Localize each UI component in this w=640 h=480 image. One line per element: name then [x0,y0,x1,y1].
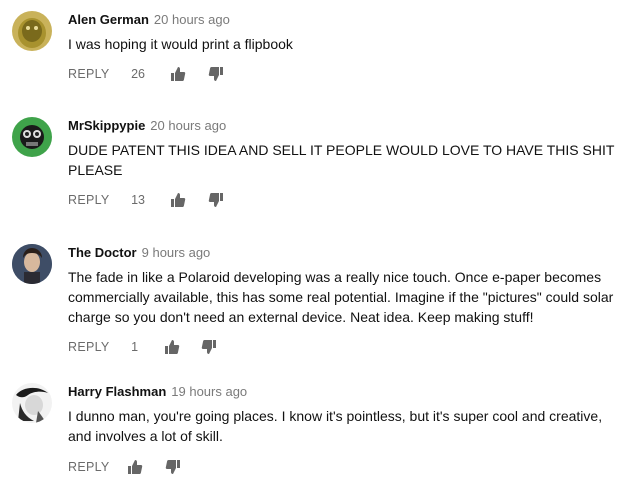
comment-header: The Doctor 9 hours ago [68,244,628,262]
comment-author[interactable]: Alen German [68,12,149,27]
reply-button[interactable]: REPLY [68,337,110,357]
comment-header: Alen German 20 hours ago [68,11,628,29]
comment-body: Harry Flashman 19 hours ago I dunno man, … [68,383,628,446]
thumbs-down-icon[interactable] [165,459,181,475]
thumbs-up-icon[interactable] [127,459,143,475]
comment-actions: REPLY 26 [68,63,224,83]
comment-text: DUDE PATENT THIS IDEA AND SELL IT PEOPLE… [68,142,615,178]
comment-body: MrSkippypie 20 hours ago DUDE PATENT THIS… [68,117,628,180]
comment-actions: REPLY [68,456,181,476]
comment-actions: REPLY 13 [68,189,224,209]
comment-header: Harry Flashman 19 hours ago [68,383,628,401]
like-count: 26 [131,66,145,81]
reply-button[interactable]: REPLY [68,190,110,210]
thumbs-down-icon[interactable] [208,66,224,82]
thumbs-down-icon[interactable] [201,339,217,355]
avatar[interactable] [12,383,52,423]
thumbs-down-icon[interactable] [208,192,224,208]
comment-timestamp[interactable]: 20 hours ago [154,12,230,27]
comment-header: MrSkippypie 20 hours ago [68,117,628,135]
thumbs-up-icon[interactable] [170,66,186,82]
reply-button[interactable]: REPLY [68,457,110,477]
comment-text: I was hoping it would print a flipbook [68,36,293,52]
comment-timestamp[interactable]: 9 hours ago [142,245,211,260]
avatar[interactable] [12,11,52,51]
comment-body: The Doctor 9 hours ago The fade in like a… [68,244,628,327]
thumbs-up-icon[interactable] [164,339,180,355]
comment-author[interactable]: The Doctor [68,245,137,260]
comment-actions: REPLY 1 [68,336,217,356]
reply-button[interactable]: REPLY [68,64,110,84]
comment-body: Alen German 20 hours ago I was hoping it … [68,11,628,54]
avatar[interactable] [12,117,52,157]
comment-timestamp[interactable]: 20 hours ago [150,118,226,133]
thumbs-up-icon[interactable] [170,192,186,208]
avatar[interactable] [12,244,52,284]
comment-text: The fade in like a Polaroid developing w… [68,269,614,325]
like-count: 13 [131,192,145,207]
like-count: 1 [131,339,139,354]
comment-timestamp[interactable]: 19 hours ago [171,384,247,399]
comment-text: I dunno man, you're going places. I know… [68,408,603,444]
comment-author[interactable]: Harry Flashman [68,384,166,399]
comment-author[interactable]: MrSkippypie [68,118,145,133]
